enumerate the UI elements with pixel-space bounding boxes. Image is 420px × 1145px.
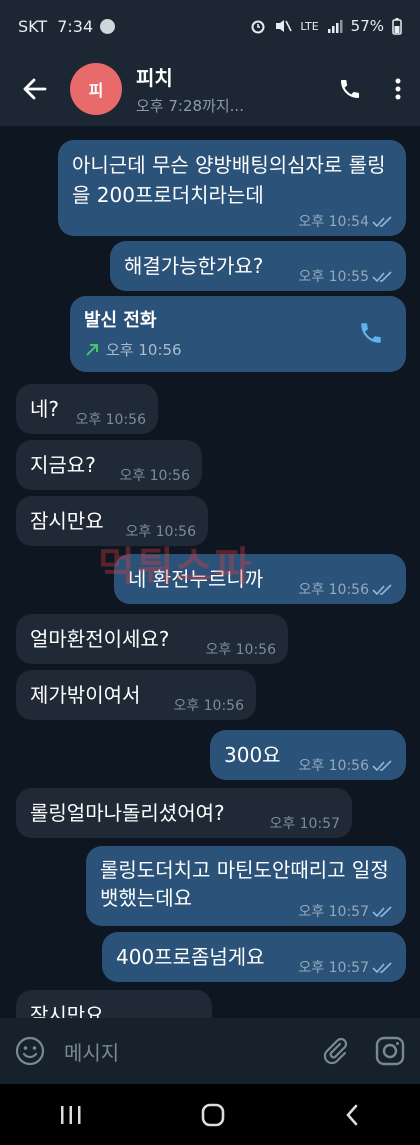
chat-name: 피치 bbox=[136, 66, 173, 90]
clock: 7:34 bbox=[57, 16, 94, 36]
message-bubble-outgoing[interactable]: 아니근데 무슨 양방배팅의심자로 롤링을 200프로더치라는데 오후 10:54 bbox=[58, 140, 406, 236]
message-input[interactable]: 메시지 bbox=[64, 1037, 320, 1066]
back-nav-icon[interactable] bbox=[343, 1103, 361, 1127]
message-timestamp: 오후 10:56 bbox=[298, 758, 369, 774]
message-time: 오후 10:56 bbox=[119, 468, 190, 484]
watermark-logo: 먹튀스파 bbox=[98, 544, 254, 590]
message-timestamp: 오후 10:56 bbox=[119, 468, 190, 484]
message-bubble-outgoing[interactable]: 롤링도더치고 마틴도안때리고 일정뱃했는데요 오후 10:57 bbox=[86, 846, 406, 926]
call-info: 오후 10:56 bbox=[84, 340, 392, 360]
signal-icon bbox=[327, 20, 343, 33]
double-check-icon bbox=[372, 216, 392, 228]
message-bubble-incoming[interactable]: 지금요? 오후 10:56 bbox=[16, 440, 202, 490]
message-timestamp: 오후 10:56 bbox=[173, 698, 244, 714]
message-timestamp: 오후 10:56 bbox=[75, 412, 146, 428]
arrow-left-icon bbox=[23, 78, 47, 100]
chat-title-area[interactable]: 피치 오후 7:28까지... bbox=[136, 62, 324, 116]
call-button[interactable] bbox=[324, 52, 376, 126]
network-type: LTE bbox=[300, 19, 319, 33]
double-check-icon bbox=[372, 584, 392, 596]
message-timestamp: 오후 10:54 bbox=[298, 214, 369, 230]
chat-area[interactable]: 아니근데 무슨 양방배팅의심자로 롤링을 200프로더치라는데 오후 10:54… bbox=[0, 126, 420, 1018]
recent-apps-icon[interactable] bbox=[59, 1104, 83, 1126]
message-bubble-incoming[interactable]: 롤링얼마나돌리셨어여? 오후 10:57 bbox=[16, 788, 352, 838]
message-timestamp: 오후 10:57 bbox=[269, 816, 340, 832]
message-timestamp: 오후 10:56 bbox=[205, 642, 276, 658]
message-bubble-outgoing[interactable]: 400프로좀넘게요 오후 10:57 bbox=[102, 932, 406, 982]
status-bar: SKT 7:34 LTE 57% bbox=[0, 0, 420, 52]
battery-level: 57% bbox=[350, 17, 384, 35]
phone-icon bbox=[341, 80, 359, 98]
carrier: SKT bbox=[18, 16, 48, 36]
message-bubble-incoming[interactable]: 얼마환전이세요? 오후 10:56 bbox=[16, 614, 288, 664]
message-text: 아니근데 무슨 양방배팅의심자로 롤링을 200프로더치라는데 bbox=[72, 153, 386, 207]
message-time: 오후 10:57 bbox=[269, 816, 340, 832]
more-vertical-icon bbox=[395, 78, 401, 100]
double-check-icon bbox=[372, 760, 392, 772]
message-text: 잠시만요 bbox=[30, 1003, 104, 1018]
double-check-icon bbox=[372, 906, 392, 918]
message-time: 오후 10:54 bbox=[298, 214, 394, 230]
message-time: 오후 10:56 bbox=[75, 412, 146, 428]
system-nav-bar bbox=[0, 1084, 420, 1145]
more-options-button[interactable] bbox=[376, 52, 420, 126]
message-timestamp: 오후 10:57 bbox=[298, 960, 369, 976]
message-time: 오후 10:56 bbox=[173, 698, 244, 714]
message-time: 오후 10:57 bbox=[298, 904, 394, 920]
talk-notification-icon bbox=[100, 18, 116, 34]
attach-icon[interactable] bbox=[320, 1036, 350, 1066]
message-time: 오후 10:57 bbox=[298, 960, 394, 976]
chat-header: 피 피치 오후 7:28까지... bbox=[0, 52, 420, 126]
message-bubble-incoming[interactable]: 잠시만요 bbox=[16, 990, 212, 1018]
message-bubble-incoming[interactable]: 네? 오후 10:56 bbox=[16, 384, 158, 434]
camera-icon[interactable] bbox=[374, 1035, 406, 1067]
message-input-bar: 메시지 bbox=[0, 1018, 420, 1084]
message-timestamp: 오후 10:55 bbox=[298, 269, 369, 285]
avatar[interactable]: 피 bbox=[70, 63, 122, 115]
outgoing-arrow-icon bbox=[86, 344, 98, 356]
message-time: 오후 10:55 bbox=[298, 269, 394, 285]
alarm-icon bbox=[251, 20, 265, 34]
home-icon[interactable] bbox=[200, 1102, 226, 1128]
mute-icon bbox=[276, 20, 293, 32]
phone-icon[interactable] bbox=[358, 320, 384, 346]
outgoing-call-bubble[interactable]: 발신 전화 오후 10:56 bbox=[70, 296, 406, 372]
call-time: 오후 10:56 bbox=[106, 341, 182, 359]
back-button[interactable] bbox=[0, 52, 70, 126]
message-time: 오후 10:56 bbox=[205, 642, 276, 658]
message-timestamp: 오후 10:57 bbox=[298, 904, 369, 920]
battery-icon bbox=[392, 17, 402, 35]
double-check-icon bbox=[372, 271, 392, 283]
double-check-icon bbox=[372, 962, 392, 974]
message-time: 오후 10:56 bbox=[298, 758, 394, 774]
message-bubble-outgoing[interactable]: 해결가능한가요? 오후 10:55 bbox=[110, 241, 406, 291]
message-bubble-incoming[interactable]: 제가밖이여서 오후 10:56 bbox=[16, 670, 256, 720]
message-bubble-outgoing[interactable]: 300요 오후 10:56 bbox=[210, 730, 406, 780]
call-title: 발신 전화 bbox=[84, 310, 157, 331]
emoji-icon[interactable] bbox=[14, 1035, 46, 1067]
last-seen-status: 오후 7:28까지... bbox=[136, 97, 244, 115]
